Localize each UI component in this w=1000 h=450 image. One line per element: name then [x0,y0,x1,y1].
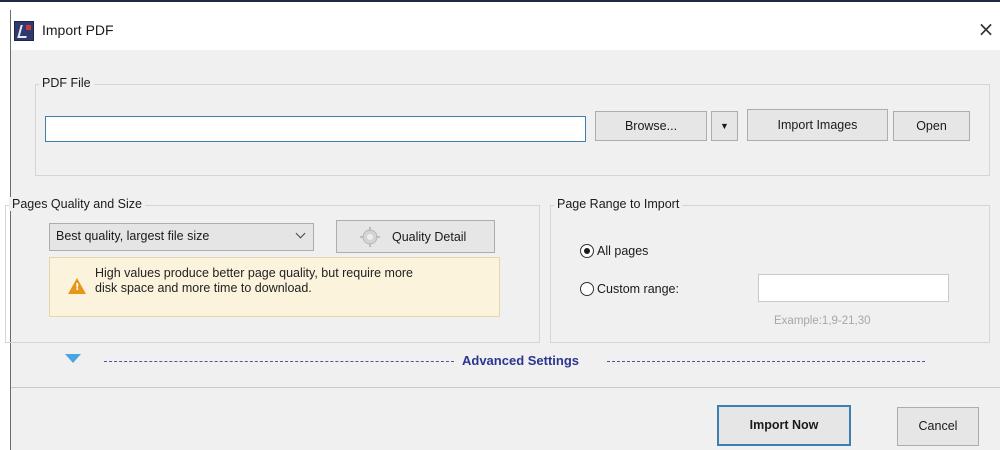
pdf-path-input[interactable] [45,116,586,142]
gear-icon [360,227,380,247]
quality-select-value: Best quality, largest file size [56,229,210,243]
warning-icon: ! [68,278,86,294]
pages-quality-group-label: Pages Quality and Size [9,197,145,211]
open-button[interactable]: Open [893,111,970,141]
expand-arrow-icon[interactable] [65,354,81,363]
chevron-down-icon [295,228,306,239]
quality-detail-label: Quality Detail [392,230,467,244]
custom-range-radio[interactable] [580,282,594,296]
import-now-label: Import Now [749,418,819,432]
cancel-button[interactable]: Cancel [897,407,979,446]
pdf-file-group-label: PDF File [39,76,94,90]
custom-range-label[interactable]: Custom range: [597,282,679,296]
quality-select[interactable]: Best quality, largest file size [49,223,314,251]
screen-top-edge [0,0,1000,10]
import-images-button[interactable]: Import Images [747,109,888,141]
footer-separator [11,387,1000,388]
dialog-body: PDF File Browse... ▼ Import Images Open … [5,50,1000,450]
window-title: Import PDF [42,22,114,38]
close-icon[interactable]: × [975,18,997,40]
advanced-divider-right [607,361,925,362]
quality-detail-button[interactable]: Quality Detail [336,220,495,253]
quality-warning-box: ! High values produce better page qualit… [49,257,500,317]
page-range-group-label: Page Range to Import [554,197,683,211]
import-now-button[interactable]: Import Now [717,405,851,446]
app-icon [14,21,34,41]
browse-dropdown-button[interactable]: ▼ [711,111,738,141]
all-pages-label[interactable]: All pages [597,244,648,258]
chevron-down-icon: ▼ [720,121,729,131]
import-pdf-dialog: Import PDF × PDF File Browse... ▼ Import… [5,10,1000,450]
custom-range-input[interactable] [758,274,949,302]
advanced-settings-toggle[interactable]: Advanced Settings [462,353,579,368]
quality-warning-text: High values produce better page quality,… [95,266,414,295]
advanced-divider-left [104,361,454,362]
browse-button[interactable]: Browse... [595,111,707,141]
title-bar: Import PDF × [11,10,1000,50]
all-pages-radio[interactable] [580,244,594,258]
custom-range-example: Example:1,9-21,30 [774,315,871,327]
